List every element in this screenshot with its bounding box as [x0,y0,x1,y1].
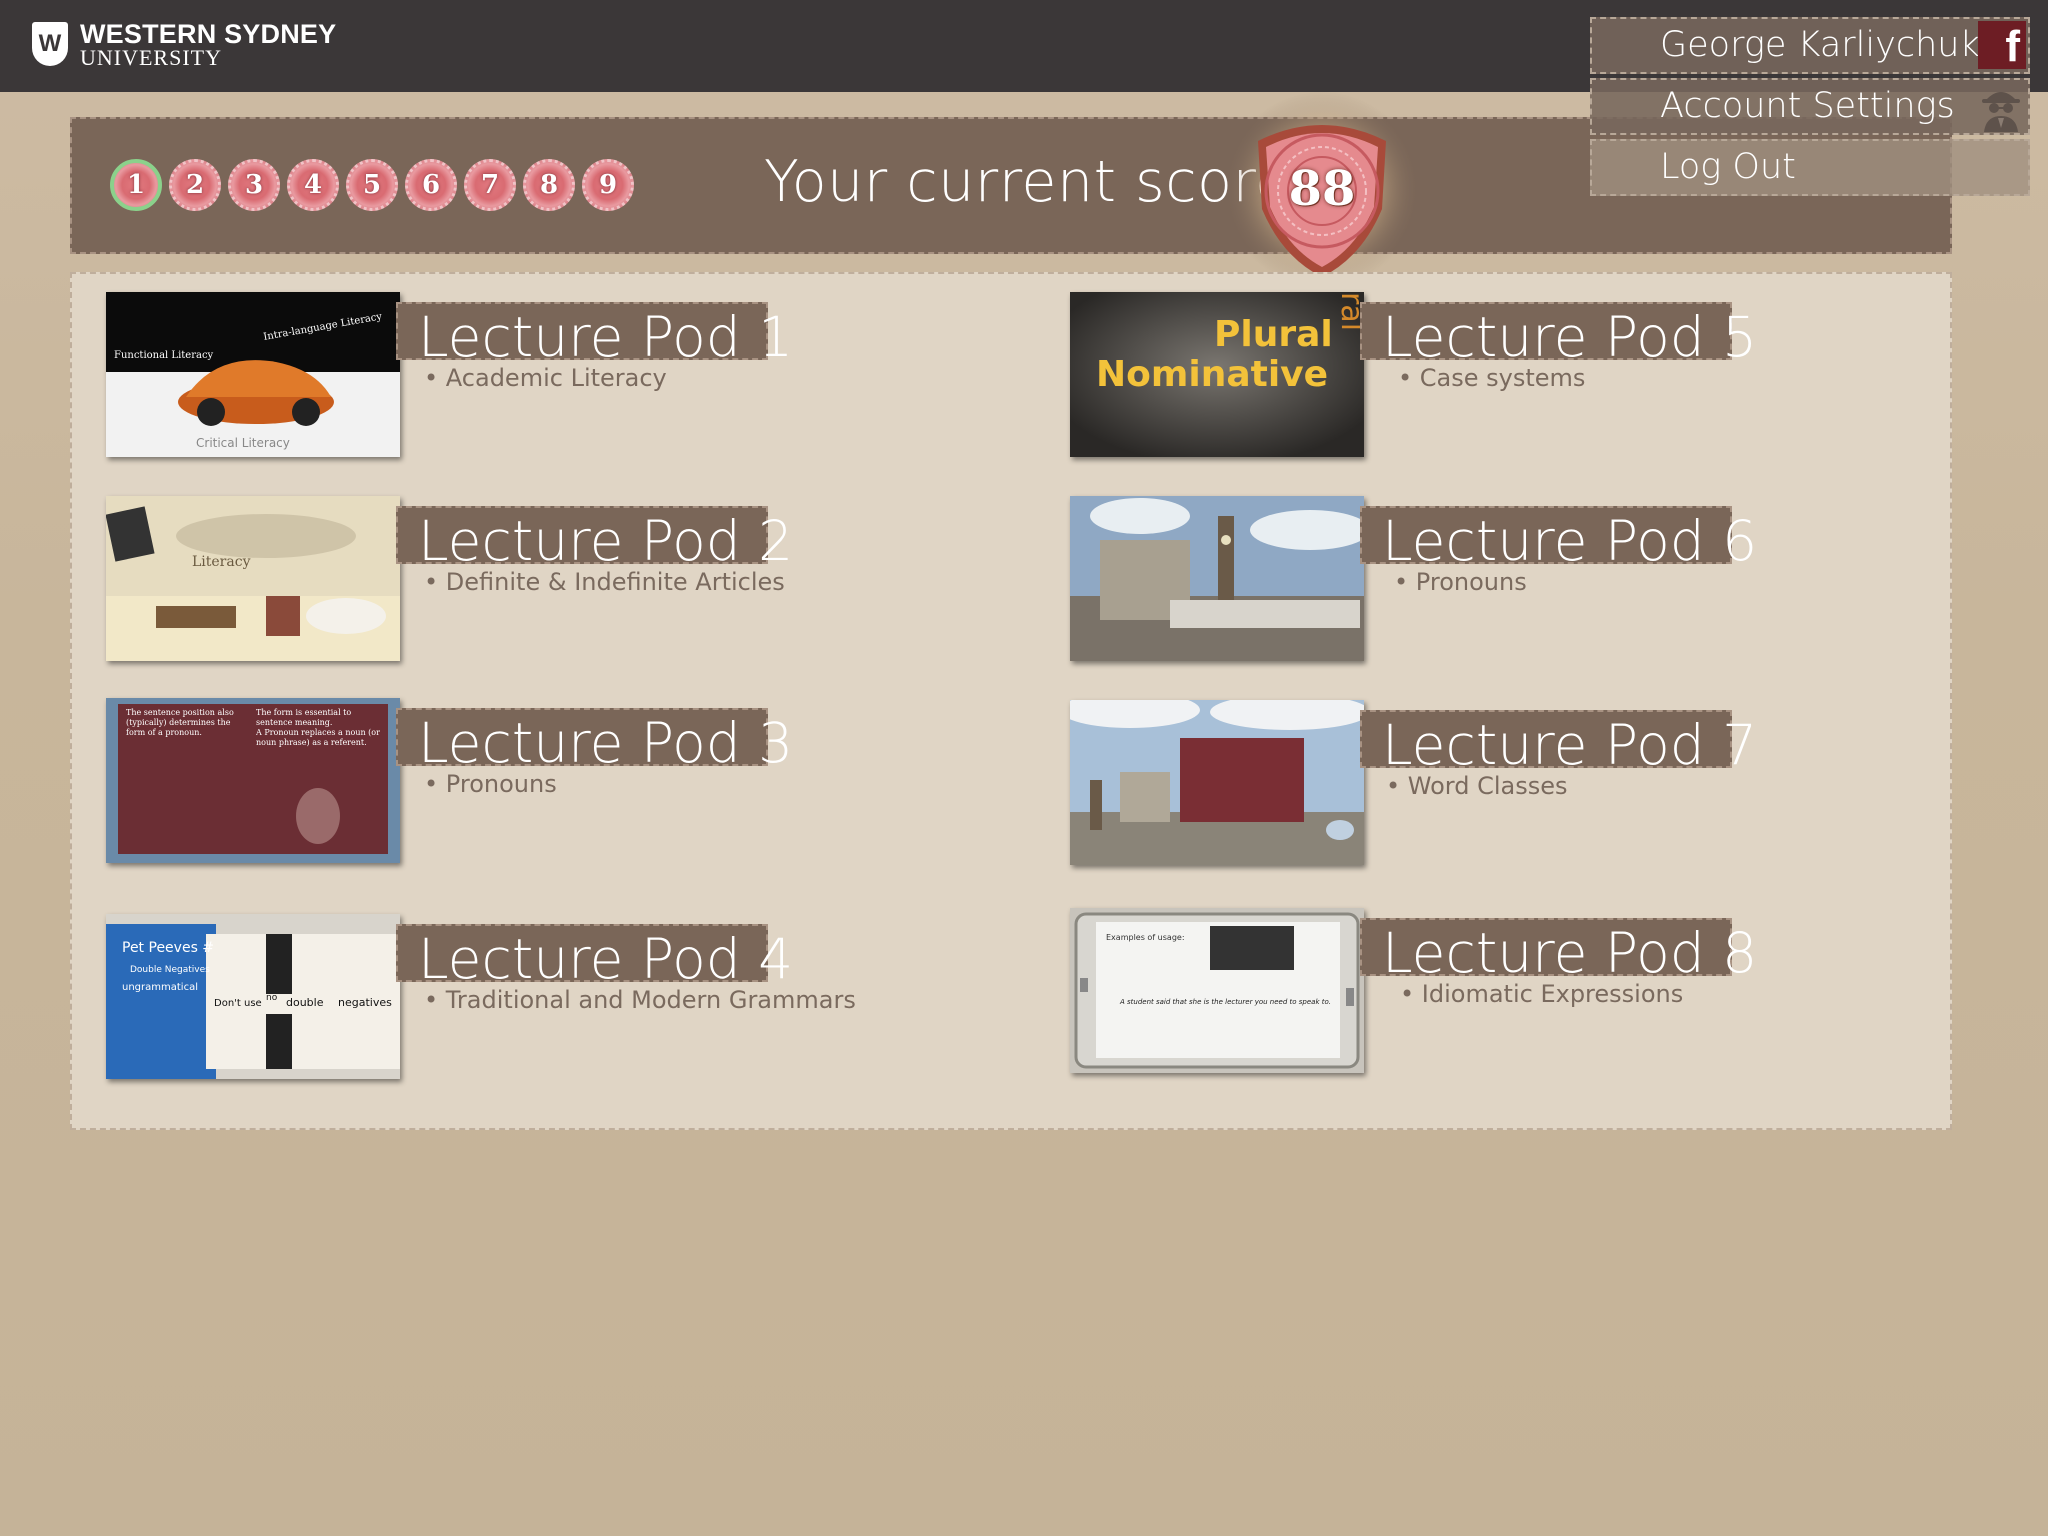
thumb-text: Pet Peeves # [122,940,214,956]
thumb-text: no [266,993,278,1003]
pod-4-title-box: Lecture Pod 4 [396,924,793,988]
spy-icon [1982,92,2020,132]
lecture-pod-6[interactable]: Lecture Pod 6 Pronouns [1070,496,2010,666]
lecture-pod-1[interactable]: Functional Literacy Intra-language Liter… [106,292,1046,462]
pod-5-subtitle: Case systems [1398,364,1586,392]
thumb-text: Nominative [1096,354,1328,395]
pod-8-title: Lecture Pod 8 [1382,921,1758,985]
thumb-text: Functional Literacy [114,350,214,361]
pod-2-subtitle: Definite & Indefinite Articles [424,568,785,596]
pod-4-title: Lecture Pod 4 [418,927,794,991]
account-menu: George Karliychuk f Account Settings Log… [1590,17,2030,200]
lecture-pod-4[interactable]: Pet Peeves # Double Negatives ungrammati… [106,914,1046,1084]
pod-3-title-box: Lecture Pod 3 [396,708,793,772]
pod-5-title: Lecture Pod 5 [1382,305,1758,369]
thumb-text: Critical Literacy [196,436,290,450]
pod-7-thumbnail[interactable] [1070,700,1364,865]
thumb-text: Don't use [214,998,262,1009]
lecture-pod-8[interactable]: Examples of usage: A student said that s… [1070,908,2010,1078]
level-badge-8[interactable]: 8 [523,159,575,211]
logo-line-2: UNIVERSITY [80,45,222,70]
score-badge: 88 [1222,89,1422,289]
pod-7-title-box: Lecture Pod 7 [1360,710,1757,774]
pod-6-title: Lecture Pod 6 [1382,509,1758,573]
pod-5-title-box: Lecture Pod 5 [1360,302,1757,366]
level-badge-3[interactable]: 3 [228,159,280,211]
university-logo[interactable]: W WESTERN SYDNEY UNIVERSITY [32,19,337,70]
thumb-text: Examples of usage: [1106,933,1185,942]
thumb-text: double [286,996,324,1009]
pod-7-subtitle: Word Classes [1386,772,1568,800]
level-badge-7[interactable]: 7 [464,159,516,211]
lecture-pod-3[interactable]: The sentence position also (typically) d… [106,698,1046,868]
lecture-pods-panel: Functional Literacy Intra-language Liter… [70,272,1952,1130]
user-name-item[interactable]: George Karliychuk f [1590,17,2030,74]
pod-3-thumbnail[interactable]: The sentence position also (typically) d… [106,698,400,863]
pod-3-subtitle: Pronouns [424,770,557,798]
level-badge-2[interactable]: 2 [169,159,221,211]
pod-7-title: Lecture Pod 7 [1382,713,1758,777]
lecture-pod-2[interactable]: Literacy Lecture Pod 2 Definite & Indefi… [106,496,1046,666]
pod-1-title: Lecture Pod 1 [418,305,794,369]
pod-8-subtitle: Idiomatic Expressions [1400,980,1683,1008]
level-badge-1[interactable]: 1 [110,159,162,211]
thumb-text: The sentence position also (typically) d… [126,708,234,737]
level-badge-6[interactable]: 6 [405,159,457,211]
thumb-text: Double Negatives [130,965,210,975]
level-list: 1 2 3 4 5 6 7 8 9 [110,159,641,211]
level-badge-4[interactable]: 4 [287,159,339,211]
level-badge-9[interactable]: 9 [582,159,634,211]
pod-5-thumbnail[interactable]: Plural Nominative ral [1070,292,1364,457]
pod-6-title-box: Lecture Pod 6 [1360,506,1757,570]
pod-8-title-box: Lecture Pod 8 [1360,918,1757,982]
thumb-text: The form is essential to sentence meanin… [256,708,352,727]
lecture-pod-7[interactable]: Lecture Pod 7 Word Classes [1070,700,2010,870]
pod-2-thumbnail[interactable]: Literacy [106,496,400,661]
log-out-label: Log Out [1660,147,1796,187]
shield-icon: W [32,22,68,66]
pod-1-title-box: Lecture Pod 1 [396,302,793,366]
pod-2-title: Lecture Pod 2 [418,509,794,573]
logo-line-1: WESTERN SYDNEY [80,19,337,49]
thumb-text: A Pronoun replaces a noun (or noun phras… [256,728,380,747]
pod-4-subtitle: Traditional and Modern Grammars [424,986,856,1014]
user-name: George Karliychuk [1660,25,1980,65]
thumb-text: negatives [338,996,392,1009]
lecture-pod-5[interactable]: Plural Nominative ral Lecture Pod 5 Case… [1070,292,2010,462]
pod-8-thumbnail[interactable]: Examples of usage: A student said that s… [1070,908,1364,1073]
thumb-text: Plural [1214,314,1333,355]
thumb-text: ungrammatical [122,982,198,993]
log-out-item[interactable]: Log Out [1590,139,2030,196]
thumb-text: Literacy [192,554,251,570]
score-value: 88 [1288,161,1356,217]
pod-1-subtitle: Academic Literacy [424,364,667,392]
pod-4-thumbnail[interactable]: Pet Peeves # Double Negatives ungrammati… [106,914,400,1079]
account-settings-item[interactable]: Account Settings [1590,78,2030,135]
facebook-icon[interactable]: f [1978,21,2026,71]
pod-1-thumbnail[interactable]: Functional Literacy Intra-language Liter… [106,292,400,457]
pod-6-thumbnail[interactable] [1070,496,1364,661]
pod-6-subtitle: Pronouns [1394,568,1527,596]
level-badge-5[interactable]: 5 [346,159,398,211]
pod-2-title-box: Lecture Pod 2 [396,506,793,570]
account-settings-label: Account Settings [1660,86,1955,126]
thumb-text: A student said that she is the lecturer … [1119,998,1331,1006]
pod-3-title: Lecture Pod 3 [418,711,794,775]
